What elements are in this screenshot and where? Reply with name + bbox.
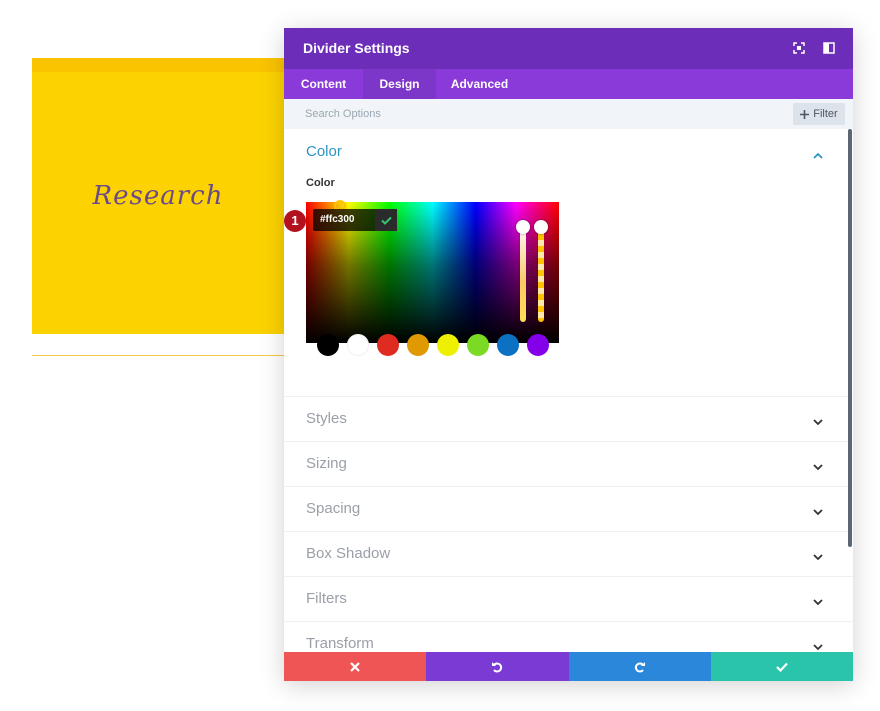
- section-spacing-title: Spacing: [306, 500, 361, 517]
- swatch-orange[interactable]: [407, 334, 429, 356]
- check-icon: [380, 216, 392, 225]
- section-styles-title: Styles: [306, 410, 347, 427]
- hue-slider-handle[interactable]: [516, 220, 530, 234]
- preview-top-bar: [32, 58, 284, 72]
- undo-button[interactable]: [426, 652, 569, 681]
- plus-icon: [800, 109, 810, 119]
- chevron-down-icon: [813, 459, 823, 471]
- step-badge: 1: [284, 210, 306, 232]
- section-sizing-title: Sizing: [306, 455, 347, 472]
- redo-button[interactable]: [568, 652, 711, 681]
- opacity-slider-handle[interactable]: [534, 220, 548, 234]
- tab-design[interactable]: Design: [363, 69, 436, 99]
- modal-scrollbar[interactable]: [848, 129, 852, 547]
- swatch-purple[interactable]: [527, 334, 549, 356]
- section-sizing[interactable]: Sizing: [284, 441, 853, 487]
- section-color-title[interactable]: Color: [306, 143, 342, 160]
- search-input[interactable]: Search Options: [305, 108, 381, 120]
- swatch-green[interactable]: [467, 334, 489, 356]
- modal-title: Divider Settings: [303, 40, 410, 56]
- chevron-down-icon: [813, 504, 823, 516]
- close-icon: [350, 661, 360, 672]
- modal-tabs: Content Design Advanced: [284, 69, 853, 99]
- swatch-blue[interactable]: [497, 334, 519, 356]
- cancel-button[interactable]: [284, 652, 427, 681]
- hex-value-input[interactable]: #ffc300: [313, 209, 397, 231]
- swatch-red[interactable]: [377, 334, 399, 356]
- save-button[interactable]: [710, 652, 853, 681]
- undo-icon: [492, 661, 503, 672]
- opacity-slider[interactable]: [538, 222, 544, 322]
- section-spacing[interactable]: Spacing: [284, 486, 853, 532]
- filter-button-label: Filter: [813, 108, 838, 120]
- swatch-white[interactable]: [347, 334, 369, 356]
- preview-card-text: Research: [92, 181, 224, 211]
- modal-footer: [284, 652, 853, 681]
- chevron-down-icon: [813, 549, 823, 561]
- hue-slider[interactable]: [520, 222, 526, 322]
- fullscreen-icon[interactable]: [792, 41, 806, 55]
- section-filters-title: Filters: [306, 590, 347, 607]
- chevron-down-icon: [813, 594, 823, 606]
- tab-content[interactable]: Content: [284, 69, 363, 99]
- confirm-hex-button[interactable]: [375, 209, 397, 231]
- search-bar: Search Options Filter: [284, 99, 853, 129]
- chevron-up-icon[interactable]: [813, 148, 823, 159]
- check-icon: [776, 662, 788, 672]
- divider-settings-modal: Divider Settings Content Design Advanced…: [284, 28, 853, 681]
- color-swatches: [317, 334, 557, 356]
- filter-button[interactable]: Filter: [793, 103, 845, 125]
- section-filters[interactable]: Filters: [284, 576, 853, 622]
- swatch-black[interactable]: [317, 334, 339, 356]
- section-box-shadow[interactable]: Box Shadow: [284, 531, 853, 577]
- chevron-down-icon: [813, 414, 823, 426]
- redo-icon: [634, 661, 645, 672]
- chevron-down-icon: [813, 639, 823, 651]
- preview-divider-line: [32, 355, 284, 356]
- hex-value-text: #ffc300: [320, 214, 355, 225]
- tab-advanced[interactable]: Advanced: [436, 69, 523, 99]
- section-styles[interactable]: Styles: [284, 396, 853, 442]
- swatch-yellow[interactable]: [437, 334, 459, 356]
- modal-header: Divider Settings: [284, 28, 853, 69]
- section-box-shadow-title: Box Shadow: [306, 545, 391, 562]
- preview-card: Research: [32, 72, 284, 334]
- section-transform-title: Transform: [306, 635, 374, 652]
- color-field-label: Color: [306, 177, 335, 189]
- sidebar-toggle-icon[interactable]: [822, 41, 836, 55]
